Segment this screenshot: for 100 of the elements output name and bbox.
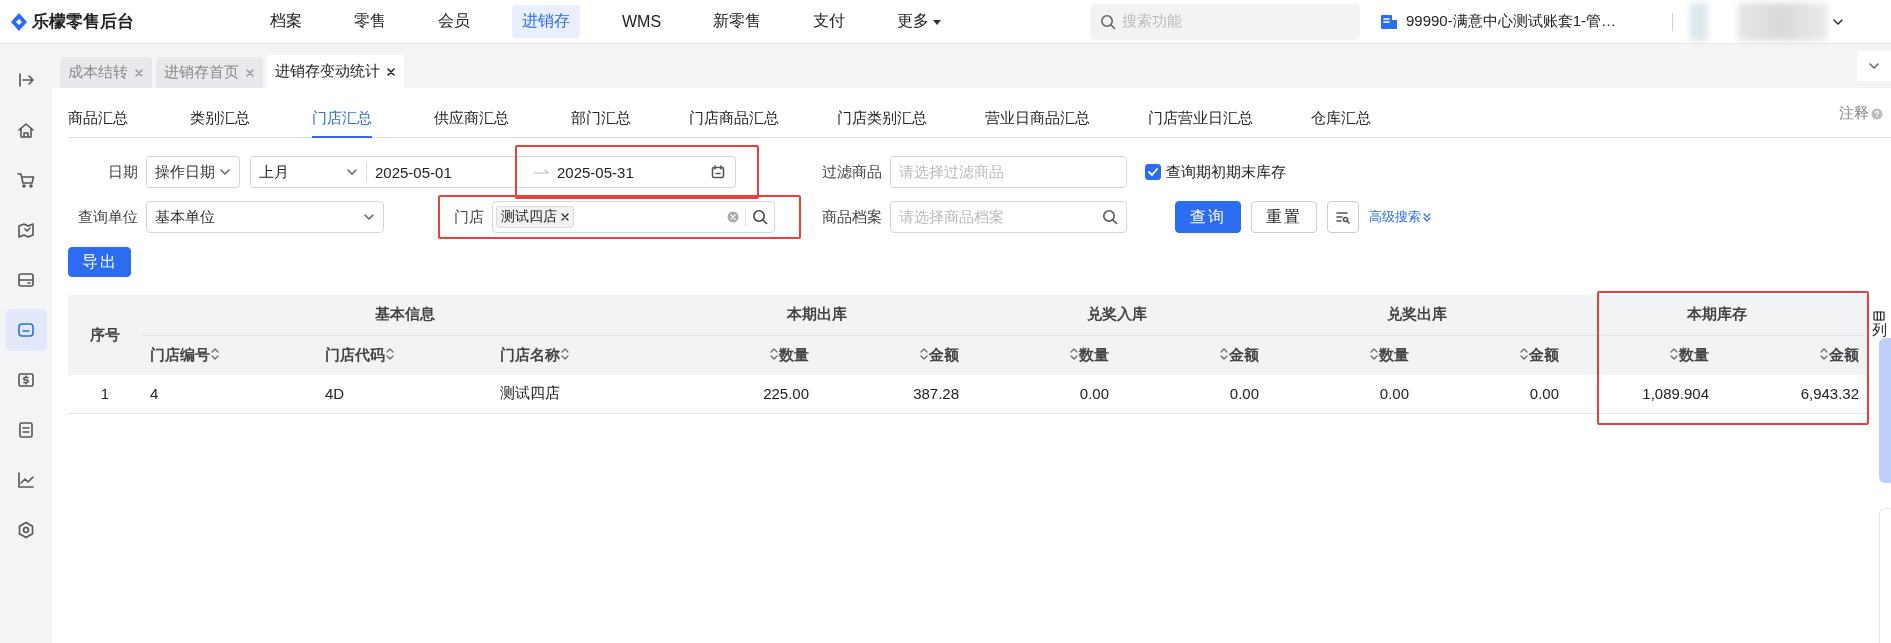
column-header[interactable]: 门店名称 bbox=[492, 335, 668, 375]
table-cell: 4D bbox=[317, 375, 492, 413]
column-group-header: 兑奖出库 bbox=[1267, 295, 1568, 335]
column-header[interactable]: 金额 bbox=[817, 335, 968, 375]
column-header[interactable]: 数量 bbox=[967, 335, 1118, 375]
field-label: 商品档案 bbox=[821, 207, 882, 227]
field-label: 过滤商品 bbox=[821, 162, 882, 182]
query-button[interactable]: 查询 bbox=[1175, 201, 1241, 233]
search-icon[interactable] bbox=[752, 209, 768, 225]
column-group-header: 本期库存 bbox=[1567, 295, 1868, 335]
table-cell: 225.00 bbox=[667, 375, 818, 413]
sort-icon bbox=[1219, 346, 1230, 361]
app-name: 乐檬零售后台 bbox=[32, 11, 134, 33]
map-icon bbox=[17, 221, 35, 239]
date-range-field[interactable]: 上月 2025-05-01 2025-05-31 bbox=[250, 156, 736, 188]
help-icon bbox=[1871, 107, 1883, 120]
nav-item[interactable]: 会员 bbox=[428, 5, 480, 38]
tab-menu-button[interactable] bbox=[1857, 51, 1891, 81]
column-header[interactable]: 数量 bbox=[1567, 335, 1718, 375]
store-field[interactable]: 测试四店 bbox=[492, 201, 775, 233]
column-header[interactable]: 数量 bbox=[667, 335, 818, 375]
nav-item[interactable]: 进销存 bbox=[512, 5, 580, 38]
subtab[interactable]: 部门汇总 bbox=[571, 106, 631, 138]
subtab[interactable]: 门店营业日汇总 bbox=[1148, 106, 1253, 138]
advanced-search-link[interactable]: 高级搜索 bbox=[1369, 208, 1432, 226]
table-cell: 测试四店 bbox=[492, 375, 668, 413]
cart-icon bbox=[17, 171, 35, 189]
line-chart-icon bbox=[17, 471, 35, 489]
checkbox-label: 查询期初期末库存 bbox=[1166, 162, 1286, 182]
chevron-down-icon bbox=[1868, 60, 1880, 72]
table-cell: 4 bbox=[142, 375, 317, 413]
subtab[interactable]: 门店商品汇总 bbox=[689, 106, 779, 138]
date-type-select[interactable]: 操作日期 bbox=[146, 156, 240, 188]
table-cell: 387.28 bbox=[817, 375, 968, 413]
list-search-button[interactable] bbox=[1327, 201, 1359, 233]
wallet-icon bbox=[17, 271, 35, 289]
note-link[interactable]: 注释 bbox=[1839, 104, 1869, 123]
clear-icon[interactable] bbox=[727, 211, 739, 223]
column-header[interactable]: 金额 bbox=[1117, 335, 1268, 375]
field-label: 门店 bbox=[453, 207, 484, 227]
logo-icon bbox=[10, 11, 28, 32]
table-cell: 6,943.32 bbox=[1717, 375, 1868, 413]
field-label: 查询单位 bbox=[77, 207, 138, 227]
sort-icon bbox=[1069, 346, 1080, 361]
dollar-icon bbox=[17, 371, 35, 389]
subtab[interactable]: 营业日商品汇总 bbox=[985, 106, 1090, 138]
column-header[interactable]: 金额 bbox=[1417, 335, 1568, 375]
nav-item[interactable]: 零售 bbox=[344, 5, 396, 38]
store-tag[interactable]: 测试四店 bbox=[496, 206, 574, 228]
tray-icon bbox=[17, 321, 35, 339]
subtab[interactable]: 门店类别汇总 bbox=[837, 106, 927, 138]
subtab[interactable]: 仓库汇总 bbox=[1311, 106, 1371, 138]
reset-button[interactable]: 重置 bbox=[1251, 201, 1317, 233]
subtab[interactable]: 类别汇总 bbox=[190, 106, 250, 138]
table-cell: 1 bbox=[68, 375, 142, 413]
checkbox[interactable] bbox=[1145, 164, 1161, 180]
subtab[interactable]: 商品汇总 bbox=[68, 106, 128, 138]
subtab[interactable]: 供应商汇总 bbox=[434, 106, 509, 138]
table-cell: 0.00 bbox=[1267, 375, 1418, 413]
close-icon[interactable] bbox=[386, 66, 396, 77]
sort-icon bbox=[919, 346, 930, 361]
column-header[interactable]: 数量 bbox=[1267, 335, 1418, 375]
search-icon bbox=[1100, 13, 1116, 30]
column-settings-link[interactable]: 列 bbox=[1871, 321, 1887, 340]
period-select[interactable]: 上月 bbox=[259, 162, 289, 182]
table-cell: 0.00 bbox=[1117, 375, 1268, 413]
sort-icon bbox=[1819, 346, 1830, 361]
chevron-down-icon bbox=[363, 211, 375, 223]
tab[interactable]: 进销存变动统计 bbox=[267, 55, 404, 88]
nav-item[interactable]: 支付 bbox=[803, 5, 856, 38]
table-cell: 1,089.904 bbox=[1567, 375, 1718, 413]
column-header[interactable]: 门店代码 bbox=[317, 335, 492, 375]
sort-icon bbox=[1519, 346, 1530, 361]
nav-item[interactable]: 档案 bbox=[260, 5, 312, 38]
list-search-icon bbox=[1336, 210, 1350, 224]
book-icon bbox=[1380, 13, 1398, 30]
chevron-down-icon bbox=[346, 166, 358, 178]
account-name[interactable]: 99990-满意中心测试账套1-管… bbox=[1406, 12, 1617, 31]
nav-item[interactable]: WMS bbox=[612, 5, 672, 38]
sort-icon bbox=[1369, 346, 1380, 361]
export-button[interactable]: 导出 bbox=[68, 247, 131, 277]
sort-icon bbox=[560, 346, 570, 361]
close-icon bbox=[561, 213, 569, 221]
column-group-header: 本期出库 bbox=[667, 295, 968, 335]
column-header[interactable]: 序号 bbox=[68, 295, 142, 375]
sort-icon bbox=[1669, 346, 1680, 361]
expand-icon bbox=[17, 71, 35, 89]
sidebar-item[interactable] bbox=[5, 309, 47, 351]
columns-icon[interactable] bbox=[1873, 311, 1886, 321]
search-icon bbox=[1102, 209, 1118, 225]
sort-icon bbox=[210, 346, 220, 361]
nav-item[interactable]: 更多 bbox=[887, 5, 953, 38]
end-date[interactable]: 2025-05-31 bbox=[557, 163, 703, 181]
start-date[interactable]: 2025-05-01 bbox=[367, 163, 523, 181]
column-header[interactable]: 门店编号 bbox=[142, 335, 317, 375]
nav-item[interactable]: 新零售 bbox=[703, 5, 772, 38]
subtab[interactable]: 门店汇总 bbox=[312, 106, 372, 138]
column-group-header: 兑奖入库 bbox=[967, 295, 1268, 335]
column-header[interactable]: 金额 bbox=[1717, 335, 1868, 375]
unit-select[interactable]: 基本单位 bbox=[146, 201, 384, 233]
